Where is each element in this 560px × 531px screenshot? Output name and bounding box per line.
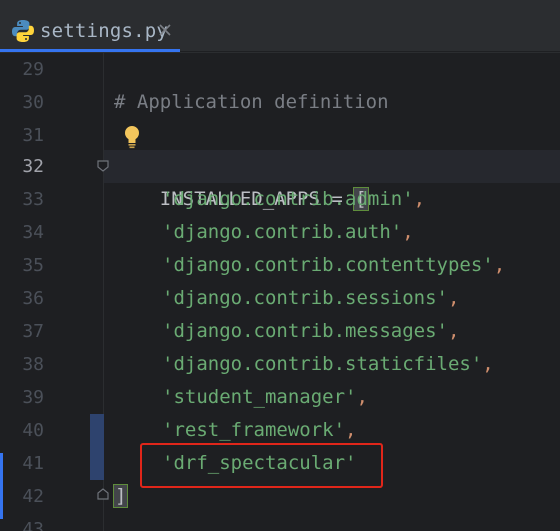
code-line: 'django.contrib.sessions', (162, 282, 459, 315)
string-literal: 'rest_framework' (162, 419, 346, 441)
line-number: 38 (22, 354, 44, 375)
code-line: 'student_manager', (162, 381, 368, 414)
code-line: 'django.contrib.contenttypes', (162, 249, 505, 282)
annotation-highlight-box (140, 443, 383, 488)
line-number: 35 (22, 255, 44, 276)
string-literal: 'django.contrib.messages' (162, 320, 448, 342)
code-line: 'django.contrib.staticfiles', (162, 348, 494, 381)
comma: , (413, 188, 426, 210)
comma: , (345, 419, 357, 441)
close-icon[interactable] (157, 22, 173, 38)
code-line: 'django.contrib.admin', (162, 183, 425, 216)
line-number: 42 (22, 486, 44, 507)
code-comment: # Application definition (114, 91, 389, 113)
comma: , (447, 287, 460, 309)
tab-settings-py[interactable]: settings.py (0, 0, 180, 52)
string-literal: 'django.contrib.contenttypes' (162, 254, 494, 276)
string-literal: 'django.contrib.admin' (162, 188, 414, 210)
editor-tab-bar: settings.py (0, 0, 560, 52)
line-number: 40 (22, 420, 44, 441)
line-number: 41 (22, 453, 44, 474)
line-number: 31 (22, 125, 44, 146)
line-number-active: 32 (22, 156, 44, 177)
lightbulb-icon[interactable] (123, 125, 141, 149)
comma: , (482, 353, 494, 375)
close-bracket: ] (112, 484, 129, 508)
line-number: 30 (22, 92, 44, 113)
fold-end-icon[interactable] (96, 487, 110, 501)
string-literal: 'django.contrib.staticfiles' (162, 353, 483, 375)
active-tab-indicator (0, 49, 180, 52)
comma: , (402, 221, 414, 243)
string-literal: 'django.contrib.auth' (162, 221, 403, 243)
code-line-close: ] (112, 480, 129, 513)
vcs-change-marker[interactable] (90, 414, 104, 480)
code-editor[interactable]: 29 30 31 32 33 34 35 36 37 38 39 40 41 4… (0, 53, 560, 531)
code-line-installed-apps: INSTALLED_APPS = [ (114, 150, 369, 211)
line-number: 34 (22, 222, 44, 243)
string-literal: 'student_manager' (162, 386, 357, 408)
tab-label: settings.py (40, 20, 169, 42)
line-number: 37 (22, 321, 44, 342)
string-literal: 'django.contrib.sessions' (162, 287, 448, 309)
comma: , (356, 386, 368, 408)
line-number: 29 (22, 59, 44, 80)
python-file-icon (12, 20, 34, 42)
line-number: 39 (22, 387, 44, 408)
code-line: 'django.contrib.auth', (162, 216, 414, 249)
line-number: 43 (22, 519, 44, 531)
code-line: 'django.contrib.messages', (162, 315, 459, 348)
fold-collapse-icon[interactable] (96, 159, 110, 173)
line-number: 33 (22, 189, 44, 210)
comma: , (493, 254, 506, 276)
comma: , (447, 320, 460, 342)
line-number: 36 (22, 288, 44, 309)
